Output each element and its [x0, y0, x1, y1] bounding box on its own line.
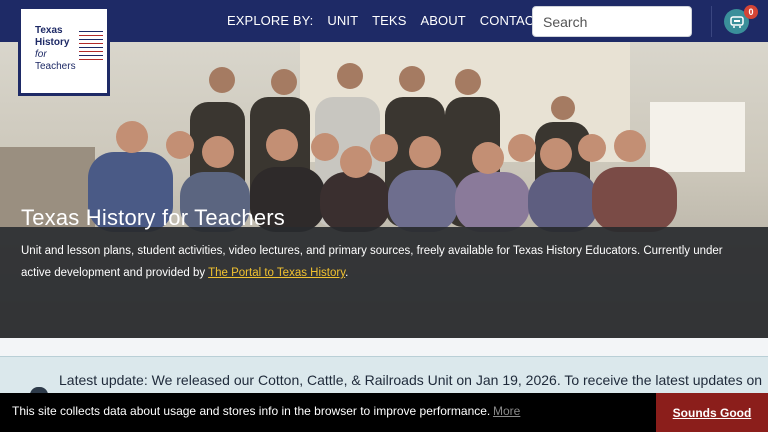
hero-description-end: . — [345, 267, 349, 279]
nav-item-unit[interactable]: UNIT — [327, 13, 358, 28]
nav-item-teks[interactable]: TEKS — [372, 13, 406, 28]
cookie-message: This site collects data about usage and … — [12, 404, 491, 418]
hero-description: Unit and lesson plans, student activitie… — [21, 240, 751, 284]
explore-by-label: EXPLORE BY: — [227, 13, 314, 28]
hero-banner — [0, 42, 768, 338]
nav-item-about[interactable]: ABOUT — [420, 13, 465, 28]
main-nav: EXPLORE BY: UNIT TEKS ABOUT CONTACT US — [227, 13, 564, 28]
logo-line-for: for — [35, 49, 47, 60]
logo-line-history: History — [35, 37, 70, 48]
cart-count-badge: 0 — [744, 5, 758, 19]
cookie-banner: This site collects data about usage and … — [0, 393, 768, 432]
hero-description-text: Unit and lesson plans, student activitie… — [21, 245, 723, 279]
top-navbar: EXPLORE BY: UNIT TEKS ABOUT CONTACT US 0 — [0, 0, 768, 42]
cart-icon — [729, 16, 744, 28]
logo-line-texas: Texas — [35, 25, 63, 36]
logo-line-teachers: Teachers — [35, 61, 76, 72]
cookie-more-link[interactable]: More — [493, 404, 520, 418]
logo-stripes — [79, 31, 103, 63]
hero-title: Texas History for Teachers — [21, 205, 286, 230]
header-divider — [711, 6, 712, 37]
cookie-accept-button[interactable]: Sounds Good — [656, 393, 768, 432]
site-logo[interactable]: Texas History for Teachers — [18, 6, 110, 96]
search-input[interactable] — [532, 6, 692, 37]
update-text: Latest update: We released our Cotton, C… — [59, 372, 763, 388]
portal-link[interactable]: The Portal to Texas History — [208, 267, 345, 279]
logo-text: Texas History for Teachers — [35, 25, 76, 73]
